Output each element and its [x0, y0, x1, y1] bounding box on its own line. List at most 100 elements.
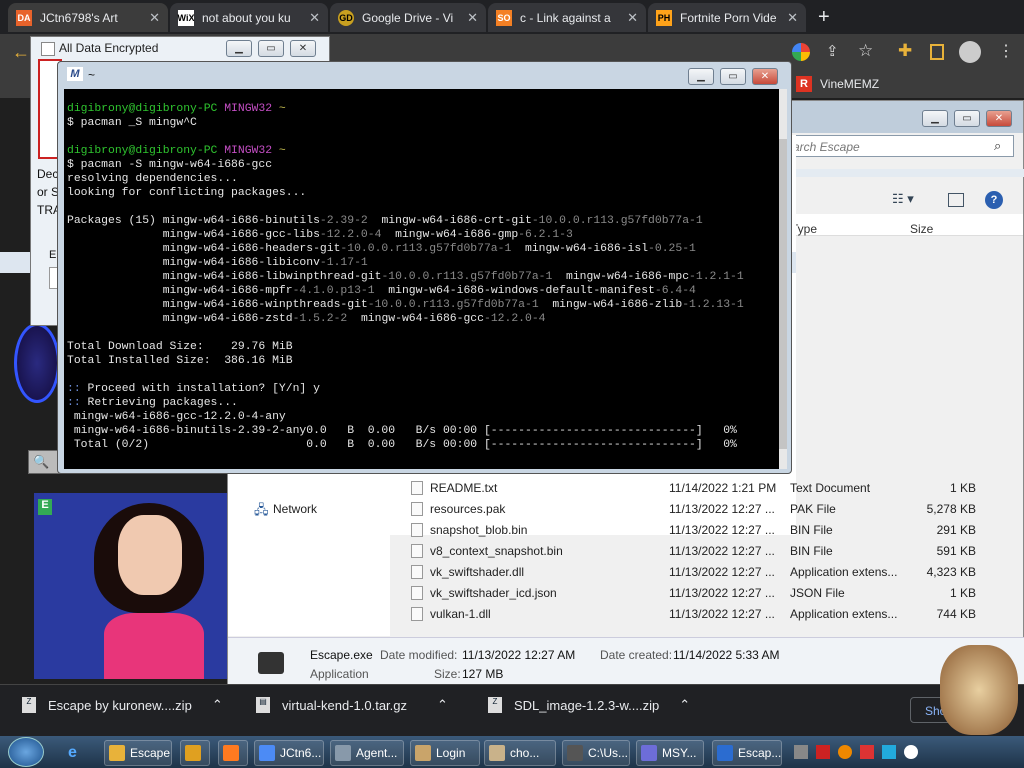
extensions-icon[interactable]: ✚ — [898, 41, 912, 61]
terminal-segment: :: — [67, 397, 88, 409]
download-item[interactable]: Z SDL_image-1.2.3-w....zip ⌃ — [488, 697, 690, 713]
wix-favicon-icon: WiX — [178, 9, 194, 26]
file-row[interactable]: vk_swiftshader_icd.json 11/13/2022 12:27 … — [390, 583, 976, 604]
new-tab-button[interactable]: + — [818, 6, 830, 29]
field-label: E — [49, 249, 57, 261]
ie-icon[interactable]: e — [68, 744, 77, 762]
bookmark-item[interactable]: VineMEMZ — [820, 77, 879, 91]
start-button[interactable] — [8, 737, 44, 767]
maximize-button[interactable]: ▭ — [954, 110, 980, 127]
close-button[interactable]: ✕ — [290, 40, 316, 57]
close-tab-icon[interactable]: ✕ — [627, 10, 638, 26]
preview-pane-icon[interactable] — [948, 193, 964, 207]
detail-kind: Application — [310, 667, 369, 681]
close-tab-icon[interactable]: ✕ — [467, 10, 478, 26]
file-row[interactable]: vk_swiftshader.dll 11/13/2022 12:27 ... Ap… — [390, 562, 976, 583]
taskbar-button[interactable] — [180, 740, 210, 766]
file-row[interactable]: snapshot_blob.bin 11/13/2022 12:27 ... BIN… — [390, 520, 976, 541]
detail-created-label: Date created: — [600, 648, 673, 662]
view-options-icon[interactable]: ☷ ▾ — [892, 191, 914, 207]
tray-icon[interactable] — [816, 745, 830, 759]
download-item[interactable]: Z Escape by kuronew....zip ⌃ — [22, 697, 223, 713]
archive-file-icon: ▤ — [256, 697, 270, 713]
search-input[interactable]: arch Escape ⌕ — [788, 135, 1014, 157]
terminal-segment: -6.2.1-3 — [518, 229, 573, 241]
browser-tab[interactable]: DA JCtn6798's Art ✕ — [8, 3, 168, 32]
taskbar-button[interactable]: Escap... — [712, 740, 782, 766]
minimize-button[interactable]: ▁ — [226, 40, 252, 57]
detail-size-label: Size: — [434, 667, 461, 681]
close-tab-icon[interactable]: ✕ — [149, 10, 160, 26]
chevron-up-icon[interactable]: ⌃ — [679, 697, 690, 713]
terminal-segment: resolving dependencies... — [67, 173, 238, 185]
tray-icon[interactable] — [882, 745, 896, 759]
taskbar-button[interactable] — [218, 740, 248, 766]
file-type: Text Document — [790, 481, 871, 495]
taskbar-button[interactable]: Escape — [104, 740, 172, 766]
terminal-text: digibrony@digibrony-PC MINGW32 ~ $ pacman… — [67, 102, 744, 452]
taskbar-button[interactable]: Login — [410, 740, 480, 766]
star-icon[interactable]: ☆ — [858, 41, 873, 61]
file-date: 11/14/2022 1:21 PM — [669, 481, 777, 495]
size-column-header[interactable]: Size — [910, 222, 933, 236]
browser-tab[interactable]: SO c - Link against a ✕ — [488, 3, 646, 32]
taskbar-label: JCtn6... — [280, 746, 322, 760]
app-icon — [185, 745, 201, 761]
help-icon[interactable]: ? — [985, 191, 1003, 209]
terminal-segment: -10.0.0.r113.g57fd0b77a-1 — [531, 215, 703, 227]
taskbar-button[interactable]: JCtn6... — [254, 740, 324, 766]
terminal-segment: digibrony@digibrony-PC — [67, 145, 225, 157]
file-type: Application extens... — [790, 565, 898, 579]
google-icon[interactable] — [792, 43, 810, 61]
minimize-button[interactable]: ▁ — [922, 110, 948, 127]
menu-icon[interactable]: ⋮ — [998, 41, 1014, 61]
file-size: 291 KB — [936, 523, 976, 537]
file-type: BIN File — [790, 544, 833, 558]
close-button[interactable]: ✕ — [752, 68, 778, 85]
file-row[interactable]: v8_context_snapshot.bin 11/13/2022 12:27 … — [390, 541, 976, 562]
app-icon — [223, 745, 239, 761]
terminal-line: Total Installed Size: 386.16 MiB — [67, 354, 744, 368]
browser-tab[interactable]: GD Google Drive - Vi ✕ — [330, 3, 486, 32]
close-tab-icon[interactable]: ✕ — [787, 10, 798, 26]
terminal-scrollbar[interactable] — [779, 89, 787, 469]
terminal-segment: mingw-w64-i686-gcc-12.2.0-4-any — [67, 411, 286, 423]
maximize-button[interactable]: ▭ — [720, 68, 746, 85]
tray-icon[interactable] — [794, 745, 808, 759]
share-icon[interactable]: ⇪ — [826, 42, 839, 60]
tray-icon[interactable] — [904, 745, 918, 759]
app-icon — [717, 745, 733, 761]
sidebar-icon[interactable] — [930, 44, 944, 60]
taskbar-button[interactable]: C:\Us... — [562, 740, 630, 766]
tray-icon[interactable] — [860, 745, 874, 759]
tray-icon[interactable] — [838, 745, 852, 759]
nav-network[interactable]: Network — [273, 502, 317, 516]
terminal-segment: mingw-w64-i686-gcc — [360, 313, 484, 325]
file-row[interactable]: resources.pak 11/13/2022 12:27 ... PAK Fil… — [390, 499, 976, 520]
window-icon — [41, 42, 55, 56]
terminal-output[interactable]: digibrony@digibrony-PC MINGW32 ~ $ pacman… — [64, 89, 779, 469]
close-button[interactable]: ✕ — [986, 110, 1012, 127]
terminal-segment: mingw-w64-i686-mpfr — [67, 285, 293, 297]
profile-avatar[interactable] — [959, 41, 981, 63]
taskbar-button[interactable]: cho... — [484, 740, 556, 766]
chevron-up-icon[interactable]: ⌃ — [437, 697, 448, 713]
chevron-up-icon[interactable]: ⌃ — [212, 697, 223, 713]
taskbar-button[interactable]: Agent... — [330, 740, 404, 766]
maximize-button[interactable]: ▭ — [258, 40, 284, 57]
taskbar-button[interactable]: MSY... — [636, 740, 704, 766]
minimize-button[interactable]: ▁ — [688, 68, 714, 85]
download-item[interactable]: ▤ virtual-kend-1.0.tar.gz ⌃ — [256, 697, 448, 713]
close-tab-icon[interactable]: ✕ — [309, 10, 320, 26]
terminal-segment: mingw-w64-i686-binutils-2.39-2-any0.0 B … — [67, 425, 737, 437]
file-row[interactable]: vulkan-1.dll 11/13/2022 12:27 ... Applicat… — [390, 604, 976, 625]
navigation-pane: 🖧 Network — [228, 471, 390, 636]
browser-tab-strip: DA JCtn6798's Art ✕ WiX not about you ku ✕… — [0, 0, 1024, 34]
browser-tab[interactable]: PH Fortnite Porn Vide ✕ — [648, 3, 806, 32]
browser-tab[interactable]: WiX not about you ku ✕ — [170, 3, 328, 32]
network-icon: 🖧 — [254, 502, 269, 517]
file-row[interactable]: README.txt 11/14/2022 1:21 PM Text Documen… — [390, 478, 976, 499]
scrollbar-thumb[interactable] — [779, 139, 787, 449]
back-arrow-icon[interactable]: ← — [12, 42, 30, 63]
